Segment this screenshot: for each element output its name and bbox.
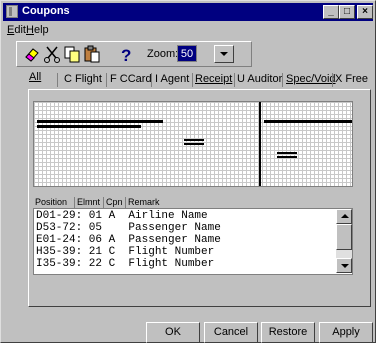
ok-button[interactable]: OK (146, 322, 200, 343)
scroll-down-button[interactable] (336, 258, 352, 273)
tab-divider (192, 73, 193, 87)
layout-bar (277, 152, 297, 154)
tab-spec-void[interactable]: Spec/Void (286, 73, 336, 89)
tab-strip: All C Flight F CCard I Agent Receipt U A… (29, 71, 375, 89)
cancel-button[interactable]: Cancel (204, 322, 258, 343)
toolbar: ? Zoom: 50 (16, 41, 252, 67)
layout-bar (277, 156, 297, 158)
zoom-input[interactable]: 50 (177, 45, 197, 62)
arrow-down-icon (341, 264, 349, 268)
list-header: Position Elmnt Cpn Remark (33, 197, 353, 208)
svg-text:?: ? (121, 46, 131, 63)
tab-x-free[interactable]: X Free (335, 73, 368, 89)
zoom-label: Zoom: (147, 48, 179, 60)
arrow-up-icon (341, 214, 349, 218)
layout-bar (37, 120, 163, 123)
tab-divider (332, 73, 333, 87)
coupon-divider (259, 102, 261, 186)
minimize-button[interactable]: _ (323, 5, 339, 19)
tab-u-auditor[interactable]: U Auditor (237, 73, 282, 89)
eraser-icon[interactable] (23, 45, 41, 63)
coupons-window: Coupons _ □ × Edit Help ? Zoom: 50 All C… (0, 0, 376, 343)
copy-icon[interactable] (63, 45, 81, 63)
tab-receipt[interactable]: Receipt (195, 73, 232, 89)
scroll-up-button[interactable] (336, 209, 352, 224)
tab-i-agent[interactable]: I Agent (155, 73, 189, 89)
list-item[interactable]: D53-72: 05 Passenger Name (36, 222, 221, 234)
coupon-field-list[interactable]: D01-29: 01 A Airline Name D53-72: 05 Pas… (33, 208, 353, 275)
window-title: Coupons (22, 5, 70, 17)
apply-button[interactable]: Apply (319, 322, 373, 343)
tab-divider (234, 73, 235, 87)
column-header-remark[interactable]: Remark (126, 197, 353, 208)
close-button[interactable]: × (357, 5, 373, 19)
list-item[interactable]: E01-24: 06 A Passenger Name (36, 234, 221, 246)
layout-bar (184, 139, 204, 141)
layout-bar (184, 143, 204, 145)
tab-all[interactable]: All (29, 71, 41, 87)
list-item[interactable]: D01-29: 01 A Airline Name (36, 210, 208, 222)
list-item[interactable]: I35-39: 22 C Flight Number (36, 258, 214, 270)
app-icon (6, 5, 18, 18)
restore-button[interactable]: Restore (261, 322, 315, 343)
menu-help[interactable]: Help (26, 24, 49, 36)
tab-divider (151, 73, 152, 87)
column-header-elmnt[interactable]: Elmnt (75, 197, 104, 208)
scroll-thumb[interactable] (336, 224, 352, 250)
title-bar: Coupons _ □ × (3, 3, 373, 21)
tab-f-ccard[interactable]: F CCard (110, 73, 152, 89)
zoom-dropdown-button[interactable] (214, 45, 234, 63)
layout-bar (264, 120, 352, 123)
tab-c-flight[interactable]: C Flight (64, 73, 102, 89)
help-icon[interactable]: ? (117, 45, 135, 63)
menu-edit[interactable]: Edit (7, 24, 26, 36)
tab-divider (106, 73, 107, 87)
paste-icon[interactable] (83, 45, 101, 63)
list-scrollbar[interactable] (336, 209, 352, 273)
layout-bar (37, 125, 141, 128)
cut-icon[interactable] (43, 45, 61, 63)
tab-divider (282, 73, 283, 87)
coupon-layout-grid (33, 101, 353, 187)
column-header-position[interactable]: Position (33, 197, 75, 208)
tab-divider (57, 73, 58, 87)
column-header-cpn[interactable]: Cpn (104, 197, 126, 208)
maximize-button[interactable]: □ (339, 5, 355, 19)
list-item[interactable]: H35-39: 21 C Flight Number (36, 246, 214, 258)
